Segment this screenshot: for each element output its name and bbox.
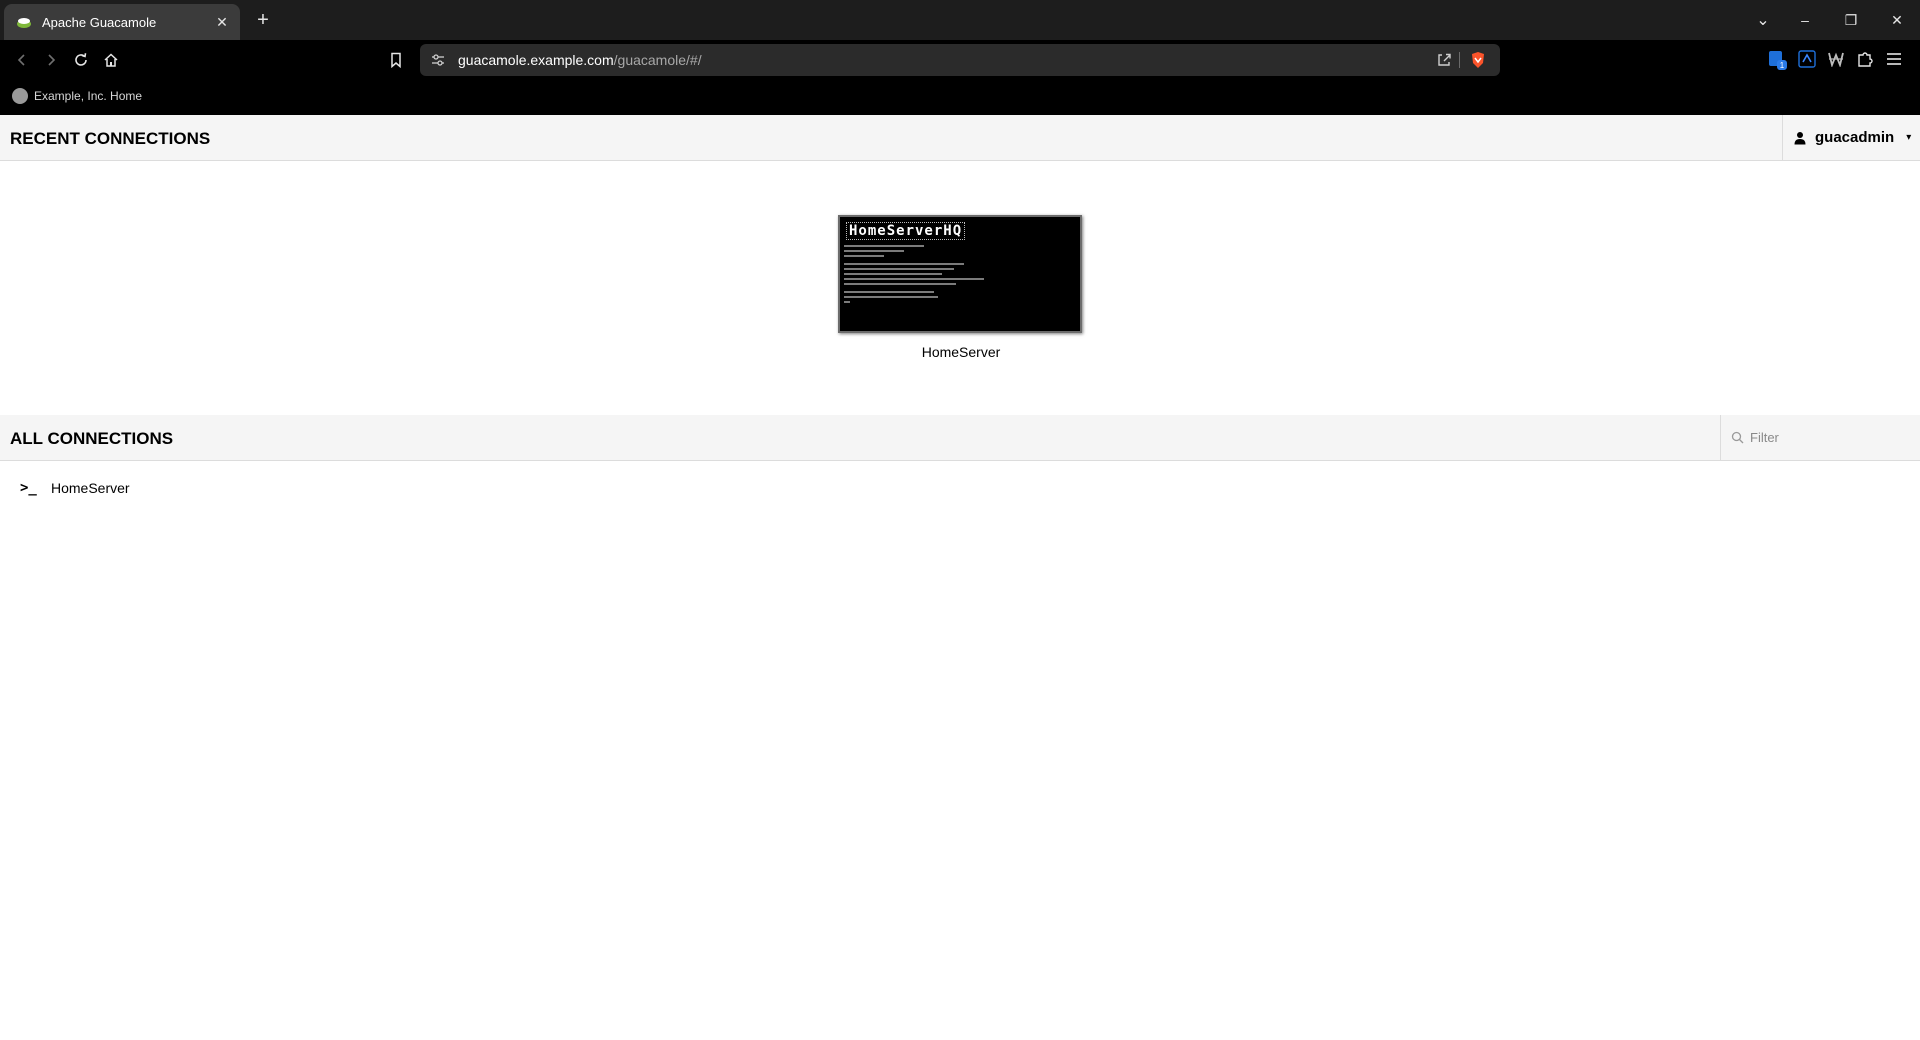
close-window-button[interactable]: ✕ [1874, 0, 1920, 40]
recent-connections-header: RECENT CONNECTIONS guacadmin ▾ [0, 115, 1920, 161]
username: guacadmin [1815, 129, 1895, 146]
user-icon [1794, 131, 1806, 144]
tab-apache-guacamole[interactable]: Apache Guacamole ✕ [4, 4, 240, 40]
bookmarks-bar: Example, Inc. Home [0, 80, 1920, 115]
chevron-left-icon [17, 54, 25, 66]
back-button[interactable] [8, 46, 36, 74]
tune-icon[interactable] [430, 52, 446, 73]
bookmark-example-home[interactable]: Example, Inc. Home [12, 88, 142, 104]
address-bar[interactable]: guacamole.example.com/guacamole/#/ [420, 44, 1500, 76]
tab-close-icon[interactable]: ✕ [210, 14, 234, 31]
user-menu[interactable]: guacadmin ▾ [1782, 115, 1920, 160]
home-button[interactable] [97, 46, 125, 74]
all-connections-header: ALL CONNECTIONS [0, 415, 1920, 461]
address-divider [1459, 52, 1460, 68]
home-icon [104, 53, 118, 67]
chevron-down-icon: ▾ [1906, 132, 1912, 143]
all-connections-title: ALL CONNECTIONS [10, 429, 174, 448]
connection-list-item[interactable]: >_ HomeServer [20, 480, 130, 496]
filter-input[interactable] [1750, 430, 1910, 445]
connection-name[interactable]: HomeServer [51, 480, 130, 496]
reload-button[interactable] [67, 46, 95, 74]
url-path: /guacamole/#/ [613, 52, 702, 68]
thumbnail-banner: HomeServerHQ [846, 222, 966, 240]
search-icon [1731, 431, 1744, 444]
connection-thumbnail[interactable]: HomeServerHQ [838, 215, 1082, 333]
bookmark-label: Example, Inc. Home [34, 89, 143, 103]
guacamole-favicon-icon [16, 14, 32, 30]
puzzle-icon[interactable] [1856, 50, 1874, 73]
filter-box[interactable] [1720, 415, 1920, 460]
guacamole-home: RECENT CONNECTIONS guacadmin ▾ HomeServe… [0, 115, 1920, 1040]
tab-title: Apache Guacamole [42, 14, 157, 30]
chevron-right-icon [48, 54, 56, 66]
tab-search-icon[interactable]: ⌄ [1740, 0, 1786, 40]
brave-shield-icon[interactable] [1470, 51, 1486, 74]
hamburger-menu-icon[interactable] [1886, 51, 1902, 72]
restore-button[interactable]: ❐ [1828, 0, 1874, 40]
extension-icon-3[interactable] [1827, 51, 1845, 72]
recent-connections-title: RECENT CONNECTIONS [10, 129, 211, 148]
recent-connection-homeserver[interactable]: HomeServerHQ HomeServer [838, 215, 1084, 360]
bookmark-icon [391, 52, 401, 68]
url-host: guacamole.example.com [458, 52, 614, 68]
forward-button[interactable] [37, 46, 65, 74]
svg-text:1: 1 [1780, 61, 1785, 70]
minimize-button[interactable]: – [1782, 0, 1828, 40]
new-tab-button[interactable]: + [250, 7, 276, 33]
recent-connection-name[interactable]: HomeServer [838, 344, 1084, 360]
bookmark-button[interactable] [382, 46, 410, 74]
terminal-output-lines [844, 245, 994, 306]
tab-strip: Apache Guacamole ✕ + ⌄ – ❐ ✕ [0, 0, 1920, 40]
globe-icon [12, 88, 28, 104]
terminal-icon: >_ [20, 480, 37, 496]
reload-icon [75, 53, 87, 66]
share-icon[interactable] [1436, 52, 1452, 73]
url-text[interactable]: guacamole.example.com/guacamole/#/ [458, 52, 702, 68]
extension-icon-1[interactable]: 1 [1768, 50, 1788, 77]
extension-icon-2[interactable] [1798, 50, 1816, 73]
